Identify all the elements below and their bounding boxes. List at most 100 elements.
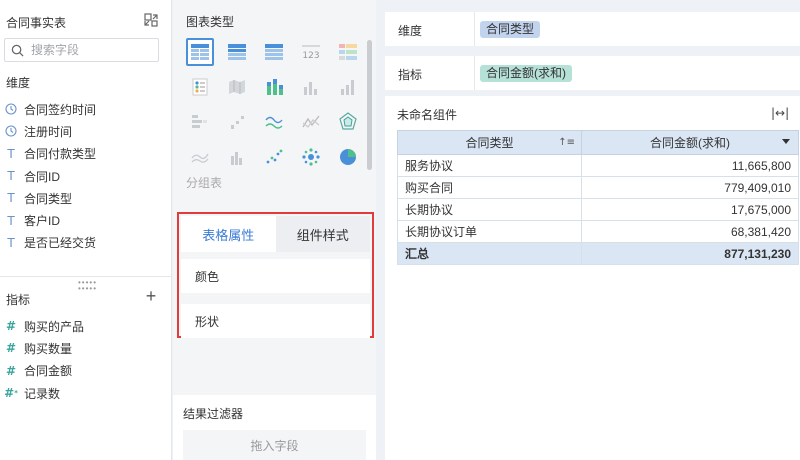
measure-pill[interactable]: 合同金额(求和)	[480, 65, 572, 82]
horizontal-stack-chart-icon[interactable]	[186, 108, 214, 136]
switch-dataset-icon[interactable]	[143, 12, 159, 28]
column-chart-icon[interactable]	[297, 73, 325, 101]
bubble-chart-icon[interactable]	[297, 143, 325, 171]
number-type-icon: #	[5, 363, 17, 378]
field-search-box[interactable]	[4, 38, 159, 62]
shelf-divider	[474, 12, 475, 46]
grouped-column-chart-icon[interactable]	[223, 143, 251, 171]
field-item[interactable]: # 购买数量	[4, 337, 164, 359]
dimension-shelf-label: 维度	[398, 24, 423, 38]
field-label: 合同ID	[24, 169, 61, 184]
text-type-icon: T	[7, 235, 15, 250]
map-chart-icon[interactable]	[223, 73, 251, 101]
field-item[interactable]: # 购买的产品	[4, 315, 164, 337]
field-panel: 合同事实表 维度 合同签约时间 注册时间 T 合同付款类型 T 合同ID T 合同类型…	[0, 0, 172, 460]
colored-number-chart-icon[interactable]	[334, 38, 362, 66]
count-type-icon: # *	[4, 386, 18, 401]
table-row: 服务协议 11,665,800	[397, 154, 799, 177]
field-item[interactable]: 合同签约时间	[4, 98, 164, 120]
component-preview: 未命名组件 |↔| 合同类型 ↑≡ 合同金额(求和) 服务协议 11,665,80…	[385, 96, 800, 460]
sort-icon[interactable]: ↑≡	[558, 137, 575, 148]
field-item[interactable]: T 是否已经交货	[4, 232, 164, 254]
field-label: 记录数	[24, 386, 61, 401]
legend-chart-icon[interactable]	[186, 73, 214, 101]
field-item[interactable]: T 合同类型	[4, 187, 164, 209]
area-chart-icon[interactable]	[186, 143, 214, 171]
search-icon	[11, 44, 24, 57]
field-item[interactable]: T 合同付款类型	[4, 143, 164, 165]
text-type-icon: T	[7, 191, 15, 206]
chart-types-scrollbar[interactable]	[367, 40, 372, 170]
table-cell: 长期协议	[397, 198, 582, 221]
group-table: 合同类型 ↑≡ 合同金额(求和) 服务协议 11,665,800 购买合同 779…	[397, 130, 799, 265]
total-row: 汇总 877,131,230	[397, 242, 799, 265]
line-chart-icon[interactable]	[260, 108, 288, 136]
filter-drop-zone[interactable]: 拖入字段	[183, 430, 366, 460]
group-table-chart-icon[interactable]	[186, 38, 214, 66]
polyline-chart-icon[interactable]	[297, 108, 325, 136]
dimensions-section-label: 维度	[6, 76, 31, 90]
field-item[interactable]: # * 记录数	[4, 382, 164, 404]
preview-panel: 维度 合同类型 指标 合同金额(求和) 未命名组件 |↔| 合同类型 ↑≡ 合同金…	[377, 0, 800, 460]
table-cell: 68,381,420	[581, 220, 799, 243]
number-type-icon: #	[5, 341, 17, 356]
drag-handle-icon: ••••• •••••	[78, 278, 98, 293]
fit-width-icon[interactable]: |↔|	[771, 106, 789, 120]
radar-chart-icon[interactable]	[334, 108, 362, 136]
table-row: 长期协议 17,675,000	[397, 198, 799, 221]
field-item[interactable]: T 客户ID	[4, 209, 164, 231]
bar-chart-icon[interactable]	[334, 73, 362, 101]
table-cell: 779,409,010	[581, 176, 799, 199]
number-kpi-chart-icon[interactable]: 123	[297, 38, 325, 66]
table-row: 长期协议订单 68,381,420	[397, 220, 799, 243]
detail-table-chart-icon[interactable]	[260, 38, 288, 66]
column-header[interactable]: 合同类型 ↑≡	[397, 130, 582, 155]
property-panel-highlight: 表格属性 组件样式 颜色 形状	[177, 212, 374, 338]
table-cell: 长期协议订单	[397, 220, 582, 243]
table-cell: 17,675,000	[581, 198, 799, 221]
dimension-pill[interactable]: 合同类型	[480, 21, 541, 38]
result-filter-section: 结果过滤器 拖入字段	[173, 395, 376, 460]
dataset-title: 合同事实表	[6, 16, 67, 30]
field-item[interactable]: # 合同金额	[4, 360, 164, 382]
table-row: 购买合同 779,409,010	[397, 176, 799, 199]
field-label: 合同金额	[24, 364, 73, 379]
plus-icon: +	[145, 286, 157, 306]
measures-section-label: 指标	[6, 293, 31, 307]
dimension-shelf[interactable]: 维度 合同类型	[385, 12, 800, 46]
dropdown-caret-icon[interactable]	[782, 139, 790, 144]
svg-text:123: 123	[302, 51, 319, 61]
field-label: 是否已经交货	[24, 236, 97, 251]
table-cell: 服务协议	[397, 154, 582, 177]
table-cell: 11,665,800	[581, 154, 799, 177]
tab-component-style[interactable]: 组件样式	[275, 216, 370, 252]
text-type-icon: T	[7, 146, 15, 161]
scatter-bar-chart-icon[interactable]	[223, 108, 251, 136]
component-title[interactable]: 未命名组件	[397, 106, 457, 123]
field-item[interactable]: 注册时间	[4, 120, 164, 142]
selected-chart-type-label: 分组表	[186, 176, 223, 190]
chart-types-title: 图表类型	[186, 15, 235, 29]
property-tabs: 表格属性 组件样式	[181, 216, 370, 252]
field-label: 购买数量	[24, 341, 73, 356]
stacked-bar-chart-icon[interactable]	[260, 73, 288, 101]
chart-config-panel: 图表类型 123 分组表 表格属性 组件样式 颜色 形状 结果过滤器 拖入字段	[173, 0, 376, 460]
pie-chart-icon[interactable]	[334, 143, 362, 171]
scatter-chart-icon[interactable]	[260, 143, 288, 171]
cross-table-chart-icon[interactable]	[223, 38, 251, 66]
measure-shelf[interactable]: 指标 合同金额(求和)	[385, 56, 800, 90]
text-type-icon: T	[7, 169, 15, 184]
property-color[interactable]: 颜色	[181, 259, 370, 293]
field-label: 购买的产品	[24, 319, 85, 334]
field-label: 注册时间	[24, 124, 73, 139]
field-label: 合同签约时间	[24, 102, 97, 117]
total-value: 877,131,230	[581, 242, 799, 265]
field-item[interactable]: T 合同ID	[4, 165, 164, 187]
shelf-divider	[474, 56, 475, 90]
column-header[interactable]: 合同金额(求和)	[581, 130, 799, 155]
field-search-input[interactable]	[31, 42, 151, 58]
tab-table-properties[interactable]: 表格属性	[181, 216, 276, 252]
add-measure-button[interactable]: +	[143, 286, 159, 306]
property-shape[interactable]: 形状	[181, 304, 370, 338]
field-label: 合同类型	[24, 191, 73, 206]
